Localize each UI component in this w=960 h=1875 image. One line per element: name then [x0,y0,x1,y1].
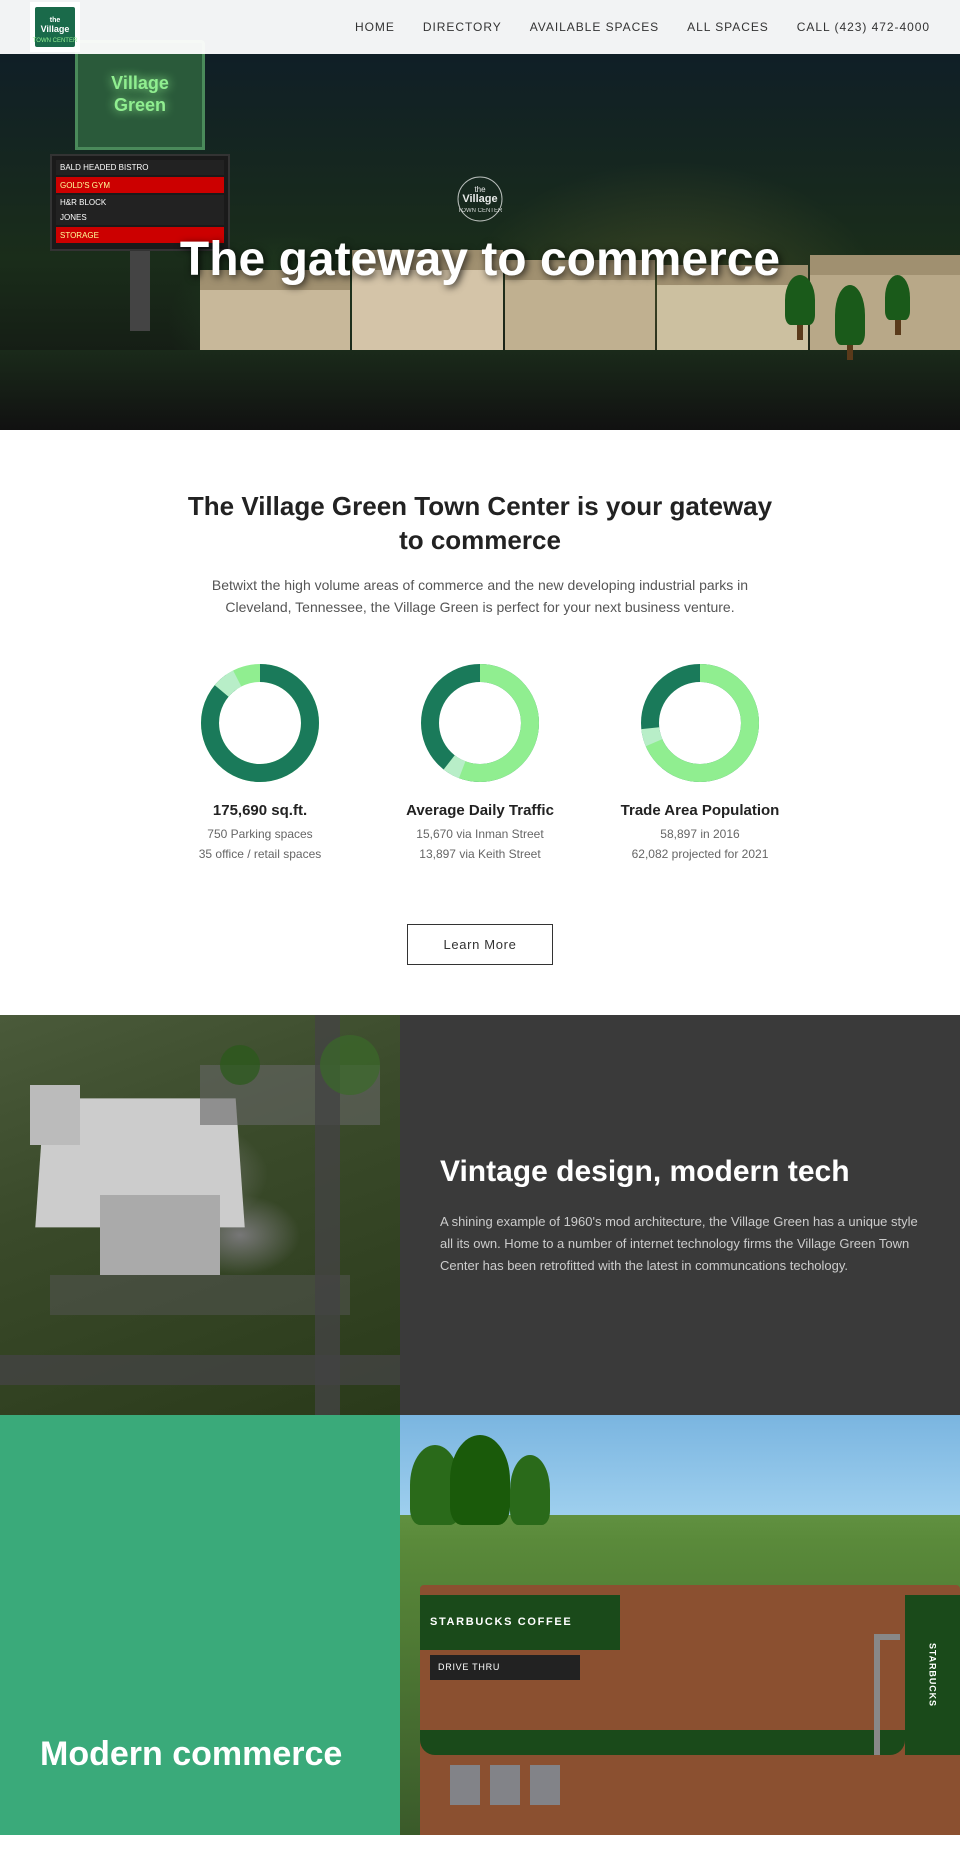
nav-directory[interactable]: DIRECTORY [423,18,502,36]
vintage-title: Vintage design, modern tech [440,1152,920,1191]
hero-logo-area: the Village TOWN CENTER [440,174,520,224]
stats-subtext: Betwixt the high volume areas of commerc… [190,574,770,619]
hero-overlay: the Village TOWN CENTER The gateway to c… [0,0,960,430]
stats-section: The Village Green Town Center is your ga… [0,430,960,1015]
aerial-photo [0,1015,400,1415]
stat-traffic-detail: 15,670 via Inman Street 13,897 via Keith… [416,825,543,863]
nav-available-spaces[interactable]: AVAILABLE SPACES [530,18,659,36]
stat-sqft: 175,690 sq.ft. 750 Parking spaces 35 off… [180,658,340,863]
hero-title: The gateway to commerce [180,234,780,287]
stat-population-detail: 58,897 in 2016 62,082 projected for 2021 [632,825,769,863]
modern-title: Modern commerce [40,1734,360,1775]
navbar: the Village TOWN CENTER HOME DIRECTORY A… [0,0,960,54]
vintage-section: Vintage design, modern tech A shining ex… [0,1015,960,1415]
modern-section: Modern commerce STARBUCKS COFFEE STARBUC… [0,1415,960,1835]
vintage-text: A shining example of 1960's mod architec… [440,1211,920,1277]
svg-text:TOWN CENTER: TOWN CENTER [33,38,78,44]
donut-sqft [195,658,325,788]
learn-more-button[interactable]: Learn More [407,924,554,965]
stat-traffic-title: Average Daily Traffic [406,802,554,819]
logo[interactable]: the Village TOWN CENTER [30,2,80,52]
stat-population: Trade Area Population 58,897 in 2016 62,… [620,658,780,863]
stat-sqft-title: 175,690 sq.ft. [213,802,307,819]
nav-all-spaces[interactable]: ALL SPACES [687,18,769,36]
stats-heading: The Village Green Town Center is your ga… [180,490,780,558]
stat-sqft-detail: 750 Parking spaces 35 office / retail sp… [199,825,322,863]
stat-population-title: Trade Area Population [621,802,780,819]
donut-population [635,658,765,788]
stat-traffic: Average Daily Traffic 15,670 via Inman S… [400,658,560,863]
svg-text:the: the [50,17,61,24]
modern-left: Modern commerce [0,1415,400,1835]
nav-home[interactable]: HOME [355,18,395,36]
svg-text:TOWN CENTER: TOWN CENTER [458,208,503,214]
nav-call[interactable]: CALL (423) 472-4000 [797,18,930,36]
donut-traffic [415,658,545,788]
vintage-content: Vintage design, modern tech A shining ex… [400,1015,960,1415]
svg-text:Village: Village [462,193,497,205]
hero-section: VillageGreen BALD HEADED BISTRO GOLD'S G… [0,0,960,430]
nav-links: HOME DIRECTORY AVAILABLE SPACES ALL SPAC… [355,18,930,36]
stats-charts: 175,690 sq.ft. 750 Parking spaces 35 off… [40,658,920,863]
modern-right: STARBUCKS COFFEE STARBUCKS DRIVE THRU [400,1415,960,1835]
svg-text:Village: Village [41,24,70,34]
